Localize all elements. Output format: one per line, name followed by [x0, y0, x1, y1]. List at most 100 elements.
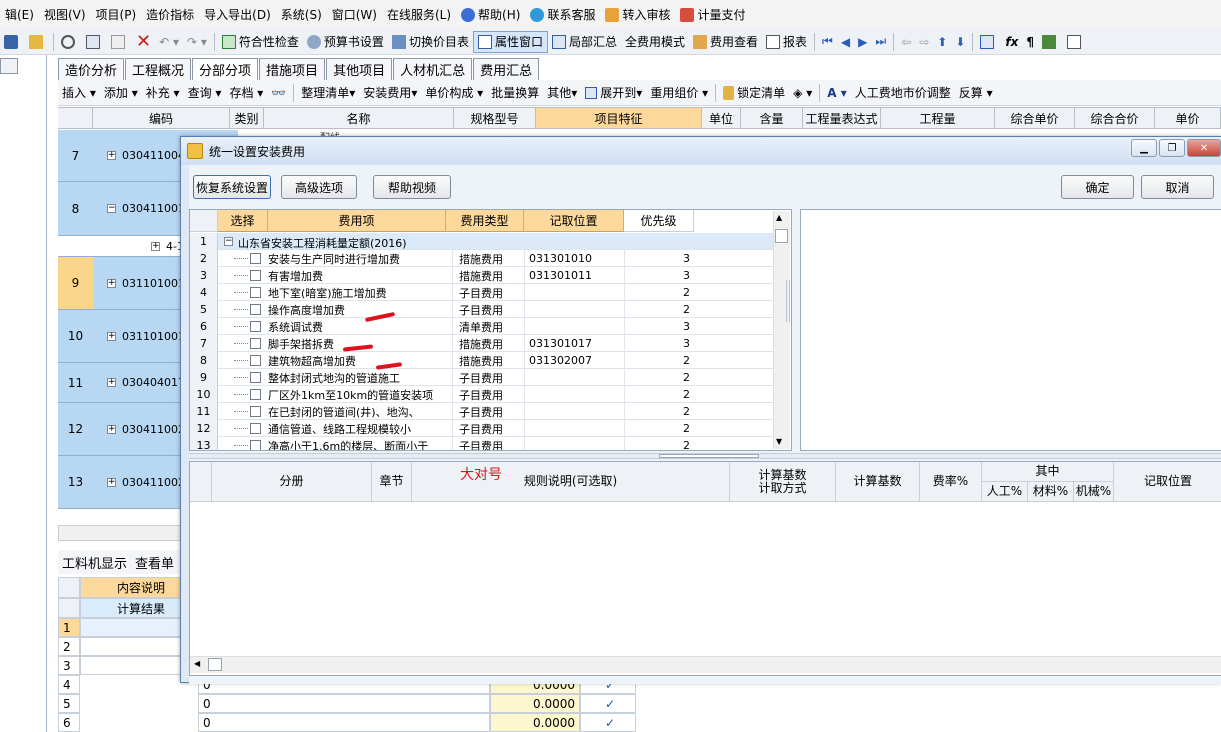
- undo-icon[interactable]: ↶ ▾: [155, 31, 183, 53]
- fee-location[interactable]: [524, 301, 624, 318]
- ok-button[interactable]: 确定: [1061, 175, 1134, 199]
- rule-col-labor[interactable]: 人工%: [982, 482, 1028, 502]
- fee-col-location[interactable]: 记取位置: [524, 210, 624, 232]
- rule-col-base[interactable]: 计算基数: [836, 462, 920, 502]
- col-header-name[interactable]: 名称: [264, 107, 454, 129]
- horizontal-splitter[interactable]: [189, 453, 1221, 459]
- col-header-content[interactable]: 含量: [741, 107, 803, 129]
- bottom-row-number[interactable]: 3: [58, 656, 80, 675]
- fee-priority[interactable]: 3: [624, 318, 694, 335]
- font-color-icon[interactable]: A ▾: [823, 82, 851, 104]
- col-header-code[interactable]: 编码: [93, 107, 230, 129]
- lock-list-button[interactable]: 锁定清单: [719, 82, 789, 104]
- redo-icon[interactable]: ↷ ▾: [183, 31, 211, 53]
- fee-location[interactable]: [524, 403, 624, 420]
- fee-col-type[interactable]: 费用类型: [446, 210, 524, 232]
- scroll-down-icon[interactable]: ▼: [776, 437, 782, 446]
- install-cost-button[interactable]: 安装费用 ▾: [359, 82, 421, 104]
- cost-view-button[interactable]: 费用查看: [689, 31, 762, 53]
- fee-location[interactable]: 031301017: [524, 335, 624, 352]
- report-button[interactable]: 报表: [762, 31, 811, 53]
- fee-row[interactable]: 13 净高小于1.6m的楼层、断面小于 子目费用 2: [190, 437, 780, 450]
- rule-col-chapter[interactable]: 章节: [372, 462, 412, 502]
- layout-icon[interactable]: [1063, 31, 1088, 53]
- expand-icon[interactable]: +: [107, 151, 116, 160]
- left-arrow-icon[interactable]: ⇦: [897, 31, 915, 53]
- budget-settings-button[interactable]: 预算书设置: [303, 31, 388, 53]
- fee-location[interactable]: [524, 318, 624, 335]
- fee-row[interactable]: 6 系统调试费 清单费用 3: [190, 318, 780, 335]
- rule-table-hscroll[interactable]: ◀: [190, 656, 1221, 673]
- fee-row[interactable]: 10 厂区外1km至10km的管道安装项 子目费用 2: [190, 386, 780, 403]
- supplement-button[interactable]: 补充 ▾: [142, 82, 184, 104]
- scroll-thumb[interactable]: [208, 658, 222, 671]
- cancel-button[interactable]: 取消: [1141, 175, 1214, 199]
- fee-priority[interactable]: 2: [624, 369, 694, 386]
- fee-checkbox[interactable]: [250, 423, 261, 434]
- fee-checkbox[interactable]: [250, 440, 261, 450]
- fee-priority[interactable]: 2: [624, 437, 694, 450]
- restore-default-button[interactable]: 恢复系统设置: [193, 175, 271, 199]
- grid-hscroll[interactable]: [58, 525, 188, 541]
- prev-icon[interactable]: ◀: [837, 31, 854, 53]
- tab-other-items[interactable]: 其他项目: [326, 58, 393, 80]
- row-number[interactable]: 7: [58, 130, 93, 182]
- fee-priority[interactable]: 2: [624, 284, 694, 301]
- minimize-button[interactable]: ▁: [1131, 139, 1157, 157]
- expand-to-button[interactable]: 展开到 ▾: [581, 82, 646, 104]
- expand-icon[interactable]: +: [107, 424, 116, 434]
- open-icon[interactable]: [25, 31, 50, 53]
- col-header-quantity[interactable]: 工程量: [881, 107, 995, 129]
- tab-labor-material-summary[interactable]: 人材机汇总: [393, 58, 473, 80]
- back-calc-button[interactable]: 反算 ▾: [955, 82, 997, 104]
- fee-priority[interactable]: 2: [624, 420, 694, 437]
- fee-checkbox[interactable]: [250, 372, 261, 383]
- paste-icon[interactable]: [107, 31, 132, 53]
- unit-price-button[interactable]: 单价构成 ▾: [421, 82, 487, 104]
- expand-icon[interactable]: +: [107, 331, 116, 341]
- bottom-row-number[interactable]: 1: [58, 618, 80, 637]
- bottom-cell[interactable]: 0: [198, 713, 490, 732]
- fee-row[interactable]: 11 在已封闭的管道间(井)、地沟、 子目费用 2: [190, 403, 780, 420]
- col-header-quantity-expr[interactable]: 工程量表达式: [803, 107, 881, 129]
- copy-icon[interactable]: [82, 31, 107, 53]
- menu-window[interactable]: 窗口(W): [327, 6, 382, 23]
- menu-help[interactable]: 帮助(H): [456, 6, 525, 23]
- col-header-total-price[interactable]: 综合合价: [1075, 107, 1155, 129]
- menu-contact[interactable]: 联系客服: [525, 6, 600, 23]
- tab-project-overview[interactable]: 工程概况: [125, 58, 192, 80]
- save-icon[interactable]: [0, 31, 25, 53]
- fee-row[interactable]: 8 建筑物超高增加费 措施费用 031302007 2: [190, 352, 780, 369]
- rule-col-machine[interactable]: 机械%: [1074, 482, 1114, 502]
- advanced-options-button[interactable]: 高级选项: [281, 175, 357, 199]
- paragraph-icon[interactable]: ¶: [1022, 31, 1038, 53]
- col-header-unit-price[interactable]: 综合单价: [995, 107, 1075, 129]
- rule-col-material[interactable]: 材料%: [1028, 482, 1074, 502]
- fee-row[interactable]: 12 通信管道、线路工程规模较小 子目费用 2: [190, 420, 780, 437]
- col-header-feature[interactable]: 项目特征: [536, 107, 702, 129]
- vertical-splitter[interactable]: [786, 280, 790, 322]
- fee-row[interactable]: 3 有害增加费 措施费用 031301011 3: [190, 267, 780, 284]
- tab-cost-summary[interactable]: 费用汇总: [473, 58, 540, 80]
- down-arrow-icon[interactable]: ⬇: [951, 31, 969, 53]
- last-icon[interactable]: ⏭: [871, 31, 890, 53]
- bottom-value[interactable]: 0.0000: [490, 694, 580, 713]
- menu-measure-pay[interactable]: 计量支付: [675, 6, 750, 23]
- collapse-icon[interactable]: −: [107, 204, 116, 213]
- menu-view[interactable]: 视图(V): [39, 6, 91, 23]
- row-number[interactable]: 13: [58, 456, 93, 509]
- delete-icon[interactable]: ✕: [132, 31, 155, 53]
- fee-row[interactable]: 2 安装与生产同时进行增加费 措施费用 031301010 3: [190, 250, 780, 267]
- fee-checkbox[interactable]: [250, 389, 261, 400]
- organize-list-button[interactable]: 整理清单 ▾: [297, 82, 359, 104]
- fee-location[interactable]: [524, 437, 624, 450]
- color-icon[interactable]: [1038, 31, 1063, 53]
- scroll-left-icon[interactable]: ◀: [194, 659, 200, 668]
- maximize-button[interactable]: ❐: [1159, 139, 1185, 157]
- expand-icon[interactable]: +: [107, 278, 116, 288]
- close-button[interactable]: ✕: [1187, 139, 1221, 157]
- fee-location[interactable]: [524, 386, 624, 403]
- fee-location[interactable]: 031301010: [524, 250, 624, 267]
- bottom-row-number[interactable]: 2: [58, 637, 80, 656]
- properties-window-button[interactable]: 属性窗口: [472, 30, 548, 53]
